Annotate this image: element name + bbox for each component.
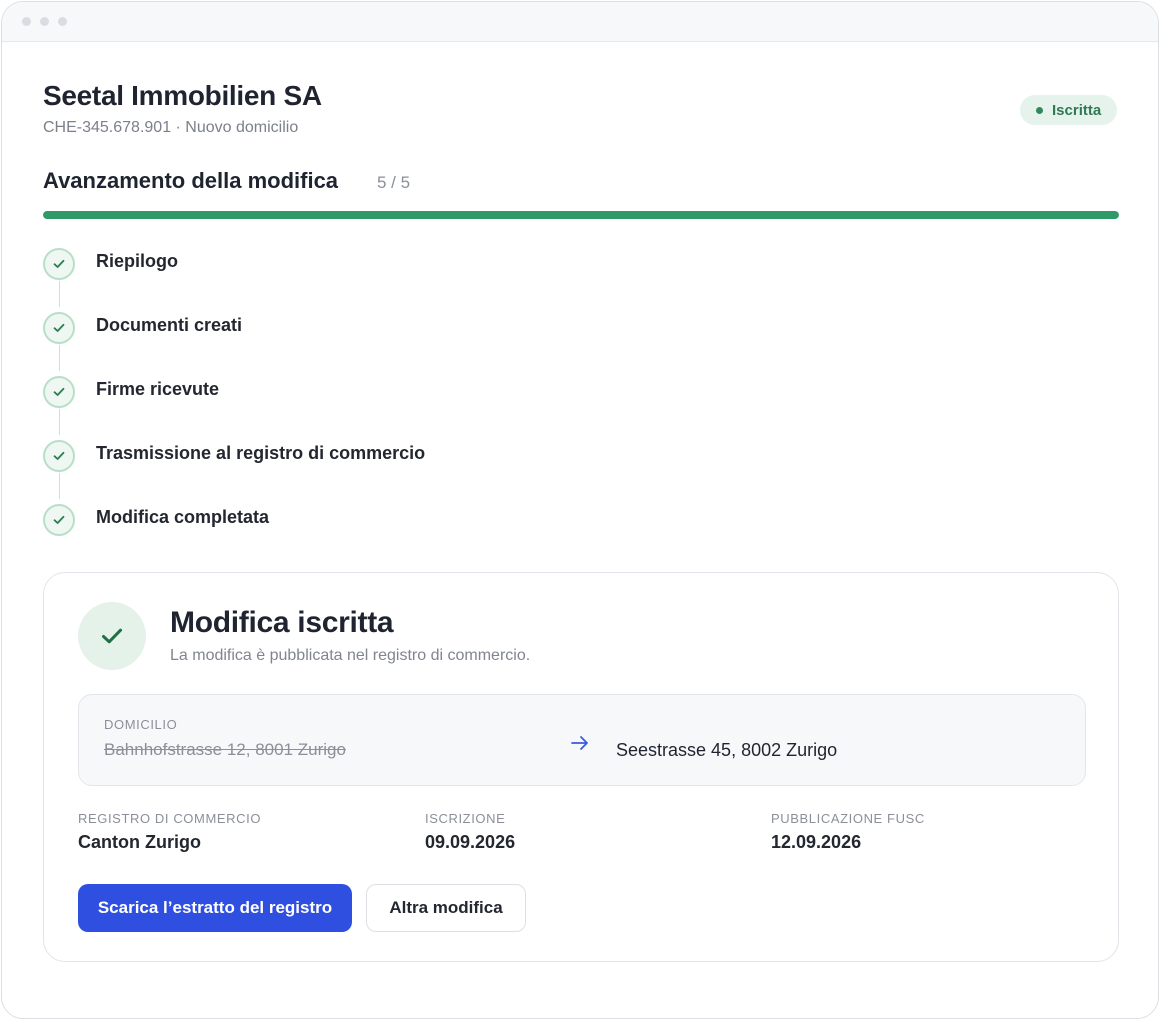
info-label: PUBBLICAZIONE FUSC [771, 811, 925, 826]
window-control-dot[interactable] [40, 17, 49, 26]
window-titlebar [2, 2, 1158, 42]
info-label: ISCRIZIONE [425, 811, 506, 826]
info-value: 09.09.2026 [425, 832, 516, 852]
result-title: Modifica iscritta [170, 606, 394, 639]
check-icon [43, 312, 75, 344]
step-connector [59, 345, 60, 371]
arrow-right-icon [571, 736, 588, 750]
step-label: Firme ricevute [96, 378, 220, 399]
info-value: Canton Zurigo [78, 832, 201, 852]
step-documenti-creati: Documenti creati [43, 312, 242, 344]
progress-count: 5 / 5 [377, 173, 411, 192]
progress-title: Avanzamento della modifica [43, 168, 339, 193]
check-icon [43, 440, 75, 472]
progress-bar [43, 211, 1119, 219]
step-connector [59, 281, 60, 307]
info-registro: REGISTRO DI COMMERCIO Canton Zurigo [78, 811, 261, 853]
company-subtitle: CHE-345.678.901 · Nuovo domicilio [43, 119, 299, 136]
status-badge: Iscritta [1020, 95, 1118, 125]
result-card: Modifica iscritta La modifica è pubblica… [43, 572, 1119, 962]
domicile-label: DOMICILIO [104, 717, 178, 732]
app-window: Seetal Immobilien SA CHE-345.678.901 · N… [1, 1, 1159, 1019]
check-icon [43, 376, 75, 408]
step-trasmissione: Trasmissione al registro di commercio [43, 440, 425, 472]
domicile-change: DOMICILIO Bahnhofstrasse 12, 8001 Zurigo… [78, 694, 1086, 786]
step-riepilogo: Riepilogo [43, 248, 178, 280]
download-extract-button[interactable]: Scarica l’estratto del registro [78, 884, 352, 932]
window-control-dot[interactable] [58, 17, 67, 26]
dot-icon [1036, 106, 1043, 114]
domicile-new-address: Seestrasse 45, 8002 Zurigo [616, 740, 838, 760]
step-connector [59, 473, 60, 499]
step-label: Documenti creati [96, 314, 243, 335]
info-label: REGISTRO DI COMMERCIO [78, 811, 262, 826]
check-icon [43, 504, 75, 536]
step-firme-ricevute: Firme ricevute [43, 376, 219, 408]
check-circle-icon [78, 602, 146, 670]
domicile-old-address: Bahnhofstrasse 12, 8001 Zurigo [104, 740, 346, 759]
company-name: Seetal Immobilien SA [43, 80, 322, 111]
step-connector [59, 409, 60, 435]
progress-bar-fill [43, 211, 1119, 219]
step-label: Trasmissione al registro di commercio [96, 442, 426, 463]
window-control-dot[interactable] [22, 17, 31, 26]
check-icon [43, 248, 75, 280]
result-subtitle: La modifica è pubblicata nel registro di… [170, 647, 531, 664]
info-iscrizione: ISCRIZIONE 09.09.2026 [425, 811, 515, 853]
step-label: Modifica completata [96, 506, 270, 527]
status-label: Iscritta [1052, 101, 1102, 119]
info-value: 12.09.2026 [771, 832, 862, 852]
step-modifica-completata: Modifica completata [43, 504, 269, 536]
another-change-button[interactable]: Altra modifica [366, 884, 526, 932]
step-label: Riepilogo [96, 250, 178, 271]
info-pubblicazione: PUBBLICAZIONE FUSC 12.09.2026 [771, 811, 925, 853]
